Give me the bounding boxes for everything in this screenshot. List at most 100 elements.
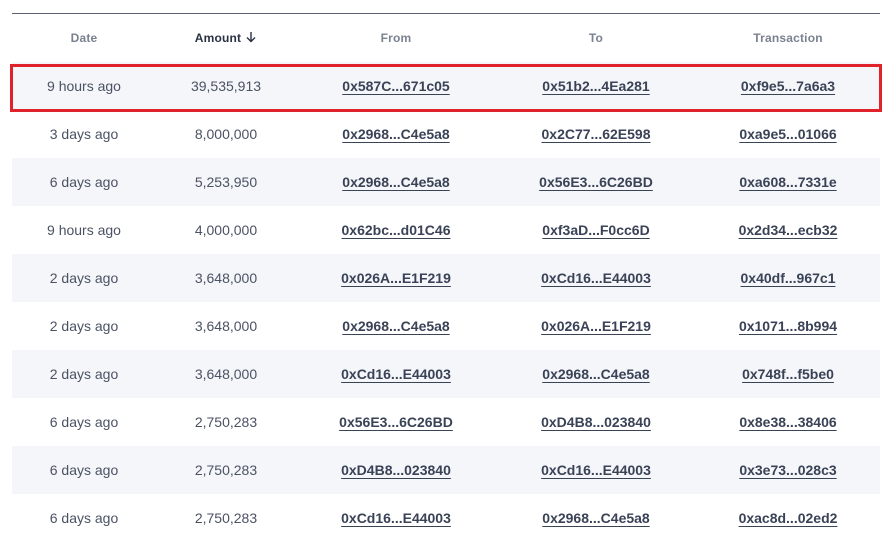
row-from-address-link-cell: 0xCd16...E44003 [296, 350, 496, 398]
row-to-address-link[interactable]: 0xCd16...E44003 [541, 462, 651, 478]
row-transaction-link[interactable]: 0x748f...f5be0 [742, 366, 834, 382]
row-transaction-link[interactable]: 0xa608...7331e [739, 174, 836, 190]
row-from-address-link-cell: 0x62bc...d01C46 [296, 206, 496, 254]
row-to-address-link[interactable]: 0x2968...C4e5a8 [542, 366, 649, 382]
row-to-address-link-cell: 0x2968...C4e5a8 [496, 350, 696, 398]
row-from-address-link[interactable]: 0xCd16...E44003 [341, 510, 451, 526]
row-from-address-link[interactable]: 0x56E3...6C26BD [339, 414, 453, 430]
row-amount: 39,535,913 [190, 78, 262, 94]
table-row: 6 days ago 2,750,283 0x56E3...6C26BD 0xD4B8… [12, 398, 880, 446]
row-transaction-link[interactable]: 0x40df...967c1 [741, 270, 836, 286]
row-date-cell: 3 days ago [12, 110, 156, 158]
header-transaction[interactable]: Transaction [696, 14, 880, 62]
row-amount: 2,750,283 [194, 510, 258, 526]
row-amount: 8,000,000 [194, 126, 258, 142]
row-date: 2 days ago [49, 270, 119, 286]
row-from-address-link[interactable]: 0xCd16...E44003 [341, 366, 451, 382]
row-date: 9 hours ago [47, 78, 121, 94]
table-header: Date Amount From To Transaction [12, 14, 880, 62]
row-from-address-link-cell: 0x2968...C4e5a8 [296, 110, 496, 158]
row-from-address-link-cell: 0x56E3...6C26BD [296, 398, 496, 446]
row-from-address-link[interactable]: 0x026A...E1F219 [341, 270, 451, 286]
row-amount-cell: 2,750,283 [156, 398, 296, 446]
table-row: 9 hours ago 39,535,913 0x587C...671c05 0x51… [12, 62, 880, 110]
row-date-cell: 6 days ago [12, 158, 156, 206]
row-from-address-link[interactable]: 0xD4B8...023840 [341, 462, 451, 478]
row-amount: 2,750,283 [194, 414, 258, 430]
table-row: 6 days ago 5,253,950 0x2968...C4e5a8 0x56E3… [12, 158, 880, 206]
row-from-address-link[interactable]: 0x2968...C4e5a8 [342, 174, 449, 190]
row-from-address-link[interactable]: 0x2968...C4e5a8 [342, 318, 449, 334]
row-from-address-link-cell: 0x2968...C4e5a8 [296, 158, 496, 206]
row-to-address-link[interactable]: 0xD4B8...023840 [541, 414, 651, 430]
table-row: 3 days ago 8,000,000 0x2968...C4e5a8 0x2C77… [12, 110, 880, 158]
row-to-address-link[interactable]: 0x56E3...6C26BD [539, 174, 653, 190]
row-amount-cell: 8,000,000 [156, 110, 296, 158]
table-row: 2 days ago 3,648,000 0x2968...C4e5a8 0x026A… [12, 302, 880, 350]
row-to-address-link[interactable]: 0x51b2...4Ea281 [542, 78, 649, 94]
row-transaction-link-cell: 0x3e73...028c3 [696, 446, 880, 494]
row-amount: 5,253,950 [194, 174, 258, 190]
row-amount-cell: 39,535,913 [156, 62, 296, 110]
row-amount-cell: 2,750,283 [156, 494, 296, 542]
row-date: 6 days ago [49, 174, 119, 190]
row-transaction-link-cell: 0x40df...967c1 [696, 254, 880, 302]
row-to-address-link-cell: 0x2968...C4e5a8 [496, 494, 696, 542]
row-to-address-link-cell: 0x026A...E1F219 [496, 302, 696, 350]
row-amount: 3,648,000 [194, 270, 258, 286]
row-transaction-link-cell: 0xf9e5...7a6a3 [696, 62, 880, 110]
row-date-cell: 6 days ago [12, 446, 156, 494]
row-transaction-link-cell: 0xa608...7331e [696, 158, 880, 206]
row-transaction-link[interactable]: 0x2d34...ecb32 [739, 222, 838, 238]
row-to-address-link-cell: 0xCd16...E44003 [496, 254, 696, 302]
table-row: 9 hours ago 4,000,000 0x62bc...d01C46 0xf3a… [12, 206, 880, 254]
table-row: 2 days ago 3,648,000 0xCd16...E44003 0x2968… [12, 350, 880, 398]
row-date-cell: 2 days ago [12, 254, 156, 302]
row-transaction-link[interactable]: 0x8e38...38406 [739, 414, 836, 430]
row-to-address-link-cell: 0xCd16...E44003 [496, 446, 696, 494]
row-to-address-link[interactable]: 0x026A...E1F219 [541, 318, 651, 334]
row-from-address-link[interactable]: 0x2968...C4e5a8 [342, 126, 449, 142]
row-to-address-link-cell: 0xf3aD...F0cc6D [496, 206, 696, 254]
row-amount-cell: 5,253,950 [156, 158, 296, 206]
table-row: 6 days ago 2,750,283 0xD4B8...023840 0xCd16… [12, 446, 880, 494]
row-from-address-link-cell: 0x026A...E1F219 [296, 254, 496, 302]
header-date[interactable]: Date [12, 14, 156, 62]
row-date-cell: 2 days ago [12, 350, 156, 398]
row-date-cell: 9 hours ago [12, 206, 156, 254]
row-amount: 3,648,000 [194, 318, 258, 334]
row-transaction-link[interactable]: 0xac8d...02ed2 [739, 510, 838, 526]
header-from[interactable]: From [296, 14, 496, 62]
row-date: 2 days ago [49, 318, 119, 334]
row-amount-cell: 3,648,000 [156, 302, 296, 350]
row-amount: 2,750,283 [194, 462, 258, 478]
row-transaction-link[interactable]: 0x1071...8b994 [739, 318, 837, 334]
row-date: 3 days ago [49, 126, 119, 142]
table-row: 2 days ago 3,648,000 0x026A...E1F219 0xCd16… [12, 254, 880, 302]
arrow-down-icon [245, 31, 257, 46]
row-to-address-link-cell: 0x2C77...62E598 [496, 110, 696, 158]
row-to-address-link[interactable]: 0x2C77...62E598 [542, 126, 651, 142]
row-transaction-link-cell: 0x8e38...38406 [696, 398, 880, 446]
row-from-address-link[interactable]: 0x62bc...d01C46 [342, 222, 451, 238]
row-transaction-link-cell: 0xac8d...02ed2 [696, 494, 880, 542]
header-amount[interactable]: Amount [156, 14, 296, 62]
row-date: 6 days ago [49, 414, 119, 430]
row-from-address-link[interactable]: 0x587C...671c05 [342, 78, 449, 94]
row-transaction-link[interactable]: 0xa9e5...01066 [739, 126, 836, 142]
row-from-address-link-cell: 0x2968...C4e5a8 [296, 302, 496, 350]
row-transaction-link-cell: 0xa9e5...01066 [696, 110, 880, 158]
row-date: 9 hours ago [47, 222, 121, 238]
row-date: 2 days ago [49, 366, 119, 382]
row-amount-cell: 4,000,000 [156, 206, 296, 254]
header-amount-label: Amount [194, 31, 242, 45]
row-date-cell: 2 days ago [12, 302, 156, 350]
row-to-address-link[interactable]: 0xCd16...E44003 [541, 270, 651, 286]
row-transaction-link[interactable]: 0x3e73...028c3 [739, 462, 836, 478]
row-to-address-link[interactable]: 0xf3aD...F0cc6D [542, 222, 649, 238]
row-to-address-link[interactable]: 0x2968...C4e5a8 [542, 510, 649, 526]
row-date: 6 days ago [49, 510, 119, 526]
header-to[interactable]: To [496, 14, 696, 62]
row-transaction-link[interactable]: 0xf9e5...7a6a3 [741, 78, 835, 94]
row-amount: 3,648,000 [194, 366, 258, 382]
